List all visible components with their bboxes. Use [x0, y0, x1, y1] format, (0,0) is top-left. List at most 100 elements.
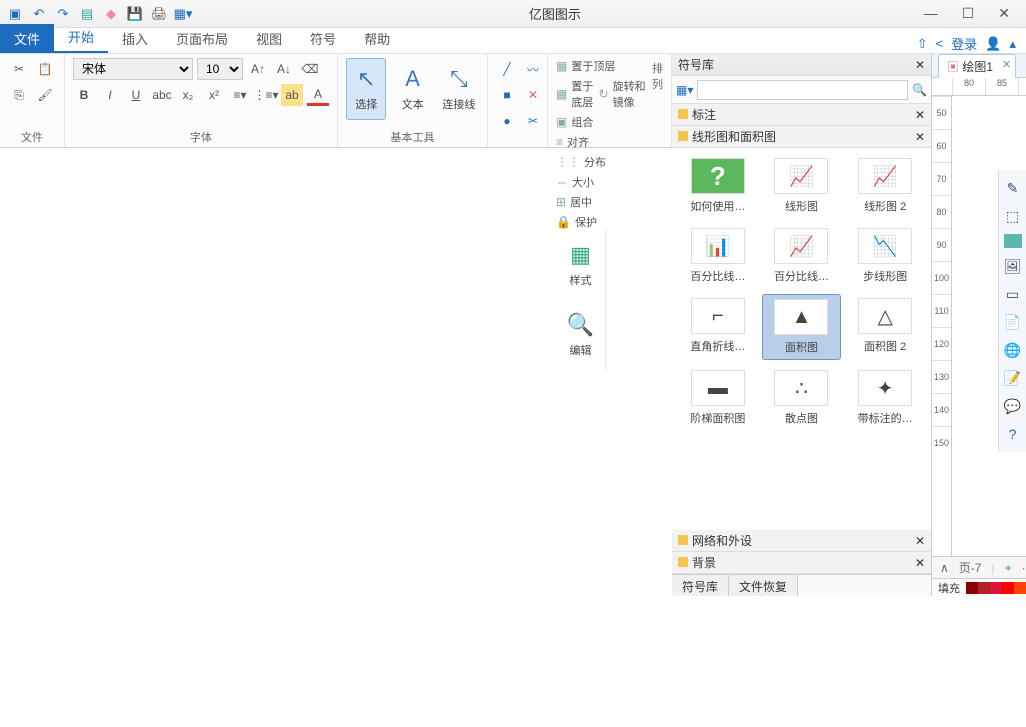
web-tool-icon[interactable]: 🌐	[1003, 340, 1023, 360]
color-swatch[interactable]	[1014, 582, 1026, 594]
shape-item[interactable]: 📈百分比线…	[762, 224, 842, 288]
panel-menu-icon[interactable]: ▦▾	[676, 83, 693, 97]
group-button[interactable]: ▣组合	[556, 114, 646, 130]
shape-item[interactable]: 📊百分比线…	[678, 224, 758, 288]
redo-icon[interactable]: ↷	[54, 5, 72, 23]
layer-tool-icon[interactable]: ▭	[1003, 284, 1023, 304]
shape-item[interactable]: ▬阶梯面积图	[678, 366, 758, 430]
panel-close-icon[interactable]: ✕	[915, 58, 925, 72]
new-icon[interactable]: ▤	[78, 5, 96, 23]
login-link[interactable]: 登录	[951, 34, 977, 53]
shape-item[interactable]: ⌐直角折线…	[678, 294, 758, 360]
export-icon[interactable]: ▦▾	[174, 5, 192, 23]
symbol-search-input[interactable]	[697, 80, 908, 100]
maximize-button[interactable]: ☐	[956, 3, 981, 24]
decrease-font-icon[interactable]: A↓	[273, 58, 295, 80]
tab-insert[interactable]: 插入	[108, 24, 162, 53]
search-icon[interactable]: 🔍	[912, 83, 927, 97]
document-tab[interactable]: ▣ 绘图1 ✕	[938, 54, 1016, 78]
close-button[interactable]: ✕	[992, 3, 1016, 24]
subscript-icon[interactable]: x₂	[177, 84, 199, 106]
color-swatch[interactable]	[1002, 582, 1014, 594]
bring-front-button[interactable]: ▦置于顶层	[556, 58, 646, 74]
tab-symbol[interactable]: 符号	[296, 24, 350, 53]
superscript-icon[interactable]: x²	[203, 84, 225, 106]
crop-icon[interactable]: ✂	[522, 110, 544, 132]
center-button[interactable]: ⊞居中	[556, 194, 646, 210]
increase-font-icon[interactable]: A↑	[247, 58, 269, 80]
page-nav-up-icon[interactable]: ∧	[940, 561, 949, 575]
help-tool-icon[interactable]: ?	[1003, 424, 1023, 444]
curve-shape-icon[interactable]: 〰	[522, 58, 544, 80]
share-icon[interactable]: ⇧	[917, 36, 928, 52]
copy-icon[interactable]: ⎘	[8, 84, 30, 106]
shape-item[interactable]: ∴散点图	[762, 366, 842, 430]
bullets-icon[interactable]: ⋮≡▾	[255, 84, 277, 106]
rotate-button[interactable]: ↻旋转和镜像	[599, 78, 646, 110]
image-tool-icon[interactable]: 🖼	[1003, 256, 1023, 276]
highlight-tool-icon[interactable]: ⬚	[1003, 206, 1023, 226]
shape-item[interactable]: 📈线形图	[762, 154, 842, 218]
strikethrough-icon[interactable]: abc	[151, 84, 173, 106]
rect-shape-icon[interactable]: ■	[496, 84, 518, 106]
user-icon[interactable]: 👤	[985, 36, 1001, 52]
minimize-button[interactable]: —	[918, 3, 944, 24]
shape-item[interactable]: ▲面积图	[762, 294, 842, 360]
tool-select[interactable]: ↖选择	[346, 58, 386, 120]
line-spacing-icon[interactable]: ≡▾	[229, 84, 251, 106]
color-swatch[interactable]	[978, 582, 990, 594]
category-background[interactable]: 背景✕	[672, 552, 931, 574]
tab-help[interactable]: 帮助	[350, 24, 404, 53]
paste-icon[interactable]: 📋	[34, 58, 56, 80]
print-icon[interactable]: 🖨	[150, 5, 168, 23]
font-size-select[interactable]: 10	[197, 58, 243, 80]
style-button[interactable]: ▦样式	[564, 234, 597, 296]
ellipse-shape-icon[interactable]: ●	[496, 110, 518, 132]
tool-connector[interactable]: ⤡连接线	[439, 58, 479, 120]
page-more-icon[interactable]: ···	[1022, 561, 1026, 575]
add-page-icon[interactable]: +	[1005, 561, 1012, 575]
font-name-select[interactable]: 宋体	[73, 58, 193, 80]
bottom-tab-recovery[interactable]: 文件恢复	[729, 575, 798, 596]
tab-start[interactable]: 开始	[54, 22, 108, 53]
cut-icon[interactable]: ✂	[8, 58, 30, 80]
tool-text[interactable]: A文本	[392, 58, 432, 120]
bold-icon[interactable]: B	[73, 84, 95, 106]
save-icon[interactable]: 💾	[126, 5, 144, 23]
color-swatch[interactable]	[990, 582, 1002, 594]
lock-button[interactable]: 🔒保护	[556, 214, 646, 230]
line-shape-icon[interactable]: ╱	[496, 58, 518, 80]
tab-view[interactable]: 视图	[242, 24, 296, 53]
shape-item[interactable]: 📈线形图 2	[845, 154, 925, 218]
clear-format-icon[interactable]: ⌫	[299, 58, 321, 80]
pen-tool-icon[interactable]: ✎	[1003, 178, 1023, 198]
delete-shape-icon[interactable]: ✕	[522, 84, 544, 106]
tab-layout[interactable]: 页面布局	[162, 24, 242, 53]
collapse-ribbon-icon[interactable]: ▴	[1009, 36, 1016, 52]
send-back-button[interactable]: ▦置于底层 ↻旋转和镜像	[556, 78, 646, 110]
doc-tab-close-icon[interactable]: ✕	[1002, 58, 1011, 71]
shape-item[interactable]: 📉步线形图	[845, 224, 925, 288]
italic-icon[interactable]: I	[99, 84, 121, 106]
tab-file[interactable]: 文件	[0, 24, 54, 53]
category-biaozhu[interactable]: 标注✕	[672, 104, 931, 126]
distribute-button[interactable]: ⋮⋮分布	[556, 154, 646, 170]
align-button[interactable]: ≡对齐	[556, 134, 646, 150]
category-line-area[interactable]: 线形图和面积图✕	[672, 126, 931, 148]
fill-tool-icon[interactable]	[1004, 234, 1022, 248]
comment-tool-icon[interactable]: 💬	[1003, 396, 1023, 416]
underline-icon[interactable]: U	[125, 84, 147, 106]
undo-icon[interactable]: ↶	[30, 5, 48, 23]
page-first[interactable]: 页-7	[959, 559, 982, 576]
page-tool-icon[interactable]: 📄	[1003, 312, 1023, 332]
shape-item[interactable]: ✦带标注的…	[845, 366, 925, 430]
note-tool-icon[interactable]: 📝	[1003, 368, 1023, 388]
highlight-icon[interactable]: ab	[281, 84, 303, 106]
theme-icon[interactable]: ◆	[102, 5, 120, 23]
format-painter-icon[interactable]: 🖌	[34, 84, 56, 106]
size-button[interactable]: ⇔大小	[556, 174, 646, 190]
shape-item[interactable]: ?如何使用…	[678, 154, 758, 218]
edit-button[interactable]: 🔍编辑	[564, 304, 597, 366]
font-color-icon[interactable]: A	[307, 84, 329, 106]
link-icon[interactable]: <	[936, 36, 944, 51]
